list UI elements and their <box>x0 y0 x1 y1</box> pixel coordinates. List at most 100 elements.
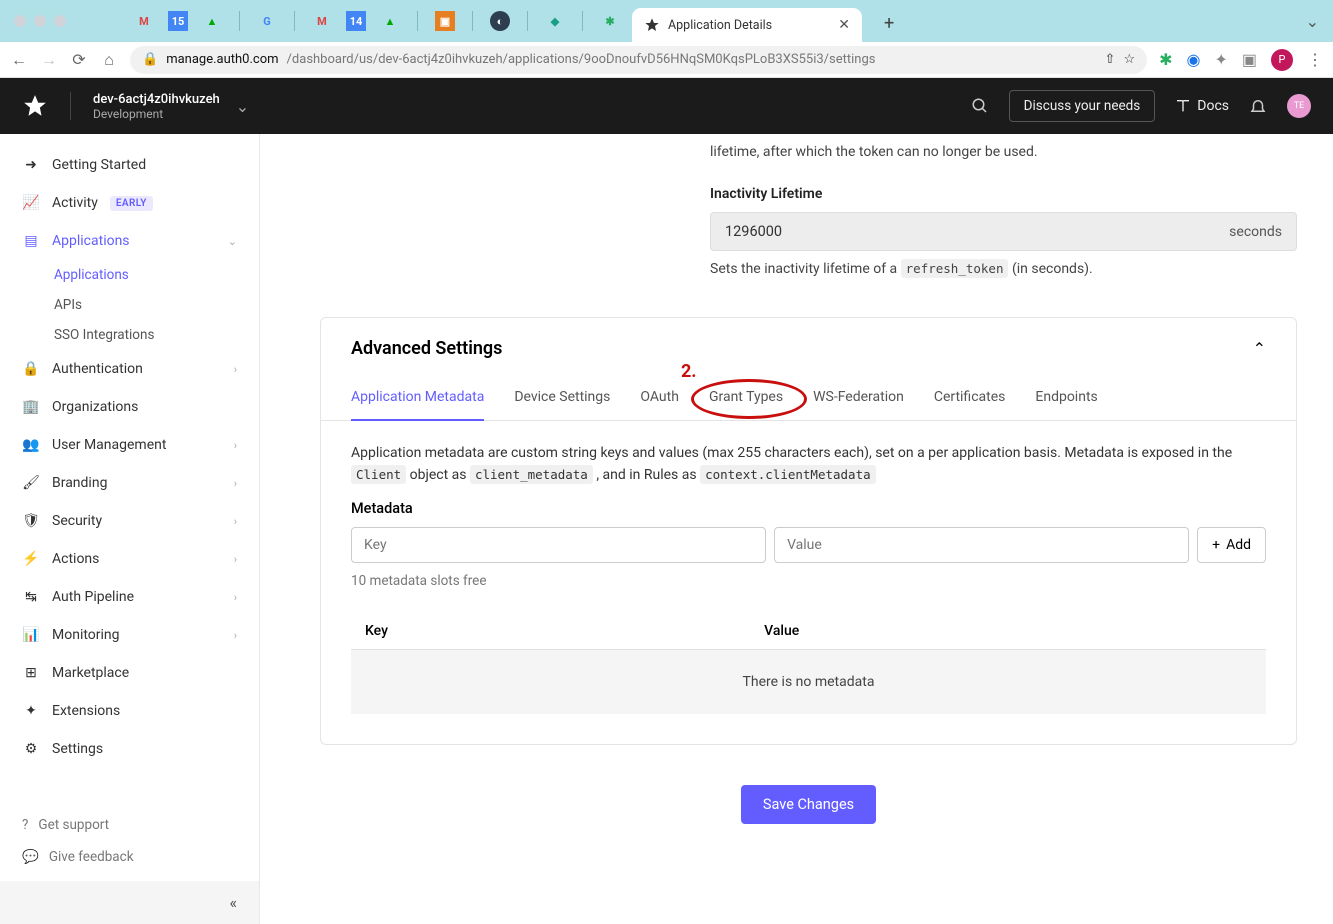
collapse-panel-icon[interactable]: ⌃ <box>1253 339 1266 358</box>
gear-icon: ⚙ <box>22 740 40 758</box>
early-badge: EARLY <box>110 196 153 211</box>
inactivity-help-text: Sets the inactivity lifetime of a refres… <box>710 261 1297 277</box>
label: User Management <box>52 437 166 453</box>
sidebar-item-activity[interactable]: 📈ActivityEARLY <box>0 184 259 222</box>
help-icon: ? <box>22 817 28 833</box>
green-star-icon[interactable]: ✱ <box>600 11 620 31</box>
sidebar-item-security[interactable]: 🛡Security› <box>0 502 259 540</box>
browser-tab[interactable]: Application Details ✕ <box>632 8 862 42</box>
sidebar-sub-apis[interactable]: APIs <box>0 290 259 320</box>
book-icon <box>1175 98 1191 114</box>
profile-avatar[interactable]: P <box>1271 49 1293 71</box>
drive-icon[interactable]: ▲ <box>202 11 222 31</box>
auth0-favicon-icon <box>644 17 660 33</box>
add-metadata-button[interactable]: +Add <box>1197 527 1266 563</box>
discuss-needs-button[interactable]: Discuss your needs <box>1009 90 1156 122</box>
ext-1p-icon[interactable]: ◉ <box>1187 50 1201 69</box>
traffic-light-close[interactable] <box>14 15 26 27</box>
traffic-light-max[interactable] <box>54 15 66 27</box>
orange-app-icon[interactable]: ▣ <box>435 11 455 31</box>
chevron-down-icon: ⌄ <box>236 97 249 116</box>
reload-button[interactable]: ⟳ <box>70 51 88 69</box>
gmail2-icon[interactable]: M <box>312 11 332 31</box>
label: Settings <box>52 741 103 757</box>
tab-ws-federation[interactable]: WS-Federation <box>813 389 904 420</box>
chevron-right-icon: › <box>234 591 237 604</box>
chat-icon: 💬 <box>22 849 39 865</box>
chart-icon: 📈 <box>22 194 40 212</box>
auth0-logo-icon[interactable] <box>22 93 48 119</box>
bell-icon[interactable] <box>1249 97 1267 115</box>
sidebar-item-applications[interactable]: ▤ Applications ⌄ <box>0 222 259 260</box>
sidebar-item-auth-pipeline[interactable]: ↹Auth Pipeline› <box>0 578 259 616</box>
label: Applications <box>52 233 130 249</box>
chevron-down-icon: ⌄ <box>228 235 237 248</box>
share-icon[interactable]: ⇧ <box>1105 52 1116 67</box>
globe-icon[interactable]: ◐ <box>490 11 510 31</box>
docs-label: Docs <box>1197 98 1229 114</box>
forward-button[interactable]: → <box>40 51 58 69</box>
chevron-right-icon: › <box>234 363 237 376</box>
layers-icon: ▤ <box>22 232 40 250</box>
metadata-key-input[interactable] <box>351 527 766 563</box>
sidebar-item-marketplace[interactable]: ⊞Marketplace <box>0 654 259 692</box>
save-changes-button[interactable]: Save Changes <box>741 785 876 824</box>
back-button[interactable]: ← <box>10 51 28 69</box>
extensions-icon[interactable]: ✦ <box>1214 50 1227 69</box>
cal-14-icon[interactable]: 14 <box>346 11 366 31</box>
sidebar-item-branding[interactable]: 🖌Branding› <box>0 464 259 502</box>
sidebar-item-authentication[interactable]: 🔒Authentication› <box>0 350 259 388</box>
tab-device-settings[interactable]: Device Settings <box>514 389 610 420</box>
cal-15-icon[interactable]: 15 <box>168 11 188 31</box>
sidebar-item-monitoring[interactable]: 📊Monitoring› <box>0 616 259 654</box>
inactivity-lifetime-input[interactable]: 1296000 seconds <box>710 212 1297 251</box>
menu-icon[interactable]: ⋮ <box>1307 50 1323 69</box>
tenant-selector[interactable]: dev-6actj4z0ihvkuzeh Development <box>93 92 220 121</box>
sidebar-item-actions[interactable]: ⚡Actions› <box>0 540 259 578</box>
panel-icon[interactable]: ▣ <box>1242 50 1257 69</box>
get-support-link[interactable]: ?Get support <box>0 809 259 841</box>
label: Marketplace <box>52 665 129 681</box>
annotation-number: 2. <box>681 361 697 382</box>
input-unit: seconds <box>1229 224 1282 240</box>
tab-oauth[interactable]: OAuth <box>640 389 679 420</box>
sidebar-item-getting-started[interactable]: ➜Getting Started <box>0 146 259 184</box>
mac-titlebar: M 15 ▲ G M 14 ▲ ▣ ◐ ◆ ✱ Application Deta… <box>0 0 1333 42</box>
search-icon[interactable] <box>971 97 989 115</box>
google-icon[interactable]: G <box>257 11 277 31</box>
label: Grant Types <box>709 389 783 405</box>
user-avatar[interactable]: TE <box>1287 94 1311 118</box>
sidebar-sub-applications[interactable]: Applications <box>0 260 259 290</box>
sidebar-sub-sso[interactable]: SSO Integrations <box>0 320 259 350</box>
docs-link[interactable]: Docs <box>1175 98 1229 114</box>
address-bar[interactable]: 🔒 manage.auth0.com/dashboard/us/dev-6act… <box>130 46 1147 74</box>
gmail-icon[interactable]: M <box>134 11 154 31</box>
give-feedback-link[interactable]: 💬Give feedback <box>0 841 259 873</box>
tab-certificates[interactable]: Certificates <box>934 389 1006 420</box>
pinned-tabs: M 15 ▲ G M 14 ▲ ▣ ◐ ◆ ✱ <box>134 11 620 31</box>
inactivity-lifetime-label: Inactivity Lifetime <box>710 186 1297 202</box>
home-button[interactable]: ⌂ <box>100 51 118 69</box>
brush-icon: 🖌 <box>22 474 40 492</box>
advanced-tabs: Application Metadata Device Settings OAu… <box>321 371 1296 421</box>
teal-diamond-icon[interactable]: ◆ <box>545 11 565 31</box>
tab-grant-types[interactable]: Grant Types 2. <box>709 389 783 420</box>
tab-application-metadata[interactable]: Application Metadata <box>351 389 484 421</box>
new-tab-button[interactable]: + <box>884 13 894 34</box>
drive2-icon[interactable]: ▲ <box>380 11 400 31</box>
collapse-sidebar-button[interactable]: « <box>0 881 259 924</box>
tabs-dropdown-icon[interactable]: ⌄ <box>1306 12 1319 31</box>
shield-icon: 🛡 <box>22 512 40 530</box>
sidebar-item-extensions[interactable]: ✦Extensions <box>0 692 259 730</box>
column-key: Key <box>365 623 764 639</box>
sidebar-item-user-management[interactable]: 👥User Management› <box>0 426 259 464</box>
close-tab-icon[interactable]: ✕ <box>838 17 850 33</box>
pipeline-icon: ↹ <box>22 588 40 606</box>
metadata-value-input[interactable] <box>774 527 1189 563</box>
sidebar-item-organizations[interactable]: 🏢Organizations <box>0 388 259 426</box>
ext-star-icon[interactable]: ✱ <box>1159 50 1172 69</box>
tab-endpoints[interactable]: Endpoints <box>1035 389 1097 420</box>
bookmark-icon[interactable]: ☆ <box>1123 52 1135 67</box>
traffic-light-min[interactable] <box>34 15 46 27</box>
sidebar-item-settings[interactable]: ⚙ Settings <box>0 730 259 768</box>
